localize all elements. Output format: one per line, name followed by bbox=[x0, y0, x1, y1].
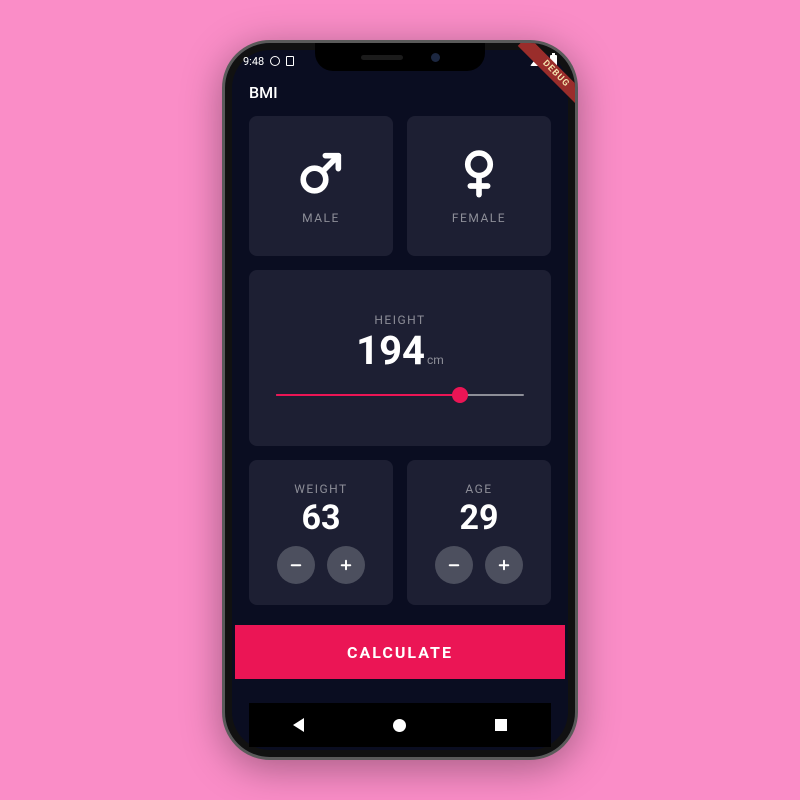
weight-decrement-button[interactable] bbox=[277, 546, 315, 584]
gear-icon bbox=[270, 56, 280, 66]
age-label: AGE bbox=[465, 482, 492, 496]
plus-icon bbox=[495, 556, 513, 574]
calculate-label: CALCULATE bbox=[347, 643, 453, 662]
height-value: 194 bbox=[356, 327, 425, 374]
weight-value: 63 bbox=[301, 498, 340, 538]
notch bbox=[315, 43, 485, 71]
gender-female-label: FEMALE bbox=[452, 211, 506, 225]
weight-increment-button[interactable] bbox=[327, 546, 365, 584]
age-value: 29 bbox=[459, 498, 498, 538]
male-icon bbox=[295, 147, 347, 199]
side-button bbox=[222, 163, 223, 193]
height-unit: cm bbox=[427, 353, 444, 367]
app-bar: BMI bbox=[235, 73, 565, 108]
side-button bbox=[577, 223, 578, 301]
age-card: AGE 29 bbox=[407, 460, 551, 605]
calculate-button[interactable]: CALCULATE bbox=[235, 625, 565, 679]
gender-female-card[interactable]: FEMALE bbox=[407, 116, 551, 256]
side-button bbox=[222, 213, 223, 265]
gender-male-label: MALE bbox=[302, 211, 340, 225]
book-icon bbox=[286, 56, 294, 66]
age-decrement-button[interactable] bbox=[435, 546, 473, 584]
nav-recent-icon[interactable] bbox=[495, 719, 507, 731]
slider-thumb[interactable] bbox=[452, 387, 468, 403]
minus-icon bbox=[287, 556, 305, 574]
plus-icon bbox=[337, 556, 355, 574]
gender-male-card[interactable]: MALE bbox=[249, 116, 393, 256]
side-button bbox=[222, 275, 223, 327]
app-title: BMI bbox=[249, 83, 278, 102]
height-slider[interactable] bbox=[276, 386, 524, 404]
height-card: HEIGHT 194 cm bbox=[249, 270, 551, 446]
height-label: HEIGHT bbox=[374, 313, 425, 327]
nav-home-icon[interactable] bbox=[393, 719, 406, 732]
weight-label: WEIGHT bbox=[294, 482, 347, 496]
content-area: MALE FEMALE HEIGHT 194 cm bbox=[235, 108, 565, 747]
weight-card: WEIGHT 63 bbox=[249, 460, 393, 605]
nav-back-icon[interactable] bbox=[293, 718, 304, 732]
phone-frame: DEBUG 9:48 BMI MAL bbox=[222, 40, 578, 760]
status-time: 9:48 bbox=[243, 55, 264, 68]
age-increment-button[interactable] bbox=[485, 546, 523, 584]
female-icon bbox=[453, 147, 505, 199]
minus-icon bbox=[445, 556, 463, 574]
slider-fill bbox=[276, 394, 460, 396]
android-nav-bar bbox=[249, 703, 551, 747]
